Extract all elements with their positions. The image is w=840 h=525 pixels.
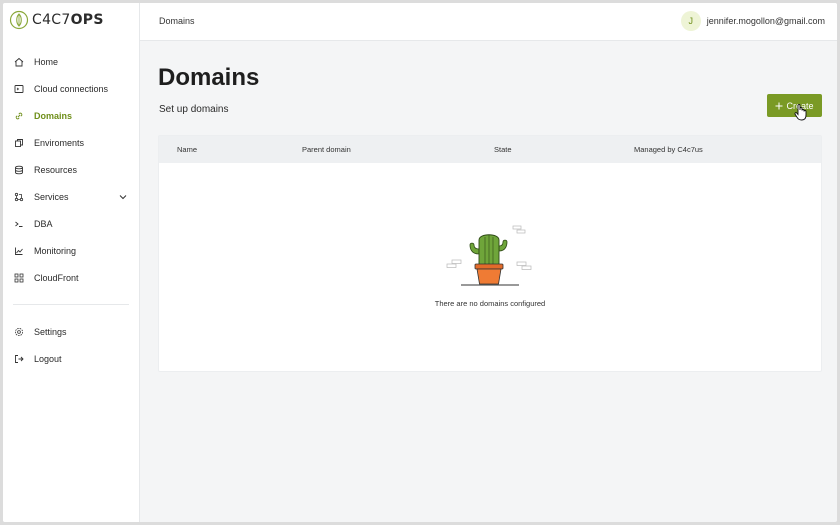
sidebar-item-label: Monitoring	[34, 246, 77, 256]
sidebar-divider	[13, 304, 129, 305]
sidebar-item-dba[interactable]: DBA	[3, 213, 140, 235]
sidebar-item-resources[interactable]: Resources	[3, 159, 140, 181]
sidebar-item-monitoring[interactable]: Monitoring	[3, 240, 140, 262]
sidebar-item-label: Cloud connections	[34, 84, 109, 94]
sidebar-item-label: CloudFront	[34, 273, 79, 283]
logo-text: C4C7OPS	[32, 12, 104, 28]
sidebar-item-label: DBA	[34, 219, 53, 229]
cactus-illustration	[446, 225, 532, 286]
app-window: C4C7OPS Home Cloud connections Domains E…	[3, 3, 837, 522]
logo-icon	[9, 10, 29, 30]
breadcrumb[interactable]: Domains	[159, 16, 195, 26]
environments-icon	[15, 139, 23, 147]
sidebar-item-label: Logout	[34, 354, 62, 364]
gear-icon	[15, 328, 23, 336]
services-icon	[14, 192, 24, 202]
table-header: Name Parent domain State Managed by C4c7…	[159, 136, 821, 163]
domains-table: Name Parent domain State Managed by C4c7…	[158, 135, 822, 372]
page-subtitle: Set up domains	[159, 104, 229, 115]
page-title: Domains	[158, 64, 260, 91]
hand-cursor-icon	[794, 104, 807, 121]
topbar: Domains J jennifer.mogollon@gmail.com	[140, 3, 837, 41]
column-header-name[interactable]: Name	[177, 145, 197, 154]
sidebar-item-label: Domains	[34, 111, 73, 121]
sidebar-item-settings[interactable]: Settings	[3, 321, 140, 343]
sidebar: C4C7OPS Home Cloud connections Domains E…	[3, 3, 140, 522]
link-icon	[15, 112, 23, 120]
sidebar-item-home[interactable]: Home	[3, 51, 140, 73]
cloudfront-icon	[14, 273, 24, 283]
sidebar-item-enviroments[interactable]: Enviroments	[3, 132, 140, 154]
sidebar-item-label: Resources	[34, 165, 78, 175]
column-header-parent-domain[interactable]: Parent domain	[302, 145, 351, 154]
plus-icon	[775, 102, 783, 109]
logout-icon	[15, 355, 24, 363]
column-header-state[interactable]: State	[494, 145, 512, 154]
sidebar-item-label: Services	[34, 192, 69, 202]
sidebar-item-cloudfront[interactable]: CloudFront	[3, 267, 140, 289]
logo[interactable]: C4C7OPS	[9, 9, 104, 31]
cloud-connections-icon	[14, 85, 24, 93]
sidebar-item-services[interactable]: Services	[3, 186, 140, 208]
home-icon	[14, 57, 24, 67]
user-menu[interactable]: J jennifer.mogollon@gmail.com	[680, 11, 825, 31]
sidebar-item-domains[interactable]: Domains	[3, 105, 140, 127]
chevron-down-icon[interactable]	[118, 192, 128, 202]
empty-state-message: There are no domains configured	[434, 299, 546, 308]
user-email: jennifer.mogollon@gmail.com	[706, 16, 825, 26]
column-header-managed-by[interactable]: Managed by C4c7us	[634, 145, 703, 154]
avatar: J	[680, 11, 701, 31]
terminal-icon	[15, 221, 23, 227]
database-icon	[15, 165, 23, 175]
sidebar-item-label: Home	[34, 57, 59, 67]
sidebar-item-label: Settings	[34, 327, 67, 337]
chart-icon	[15, 247, 23, 255]
sidebar-item-label: Enviroments	[34, 138, 85, 148]
sidebar-item-cloud-connections[interactable]: Cloud connections	[3, 78, 140, 100]
sidebar-item-logout[interactable]: Logout	[3, 348, 140, 370]
